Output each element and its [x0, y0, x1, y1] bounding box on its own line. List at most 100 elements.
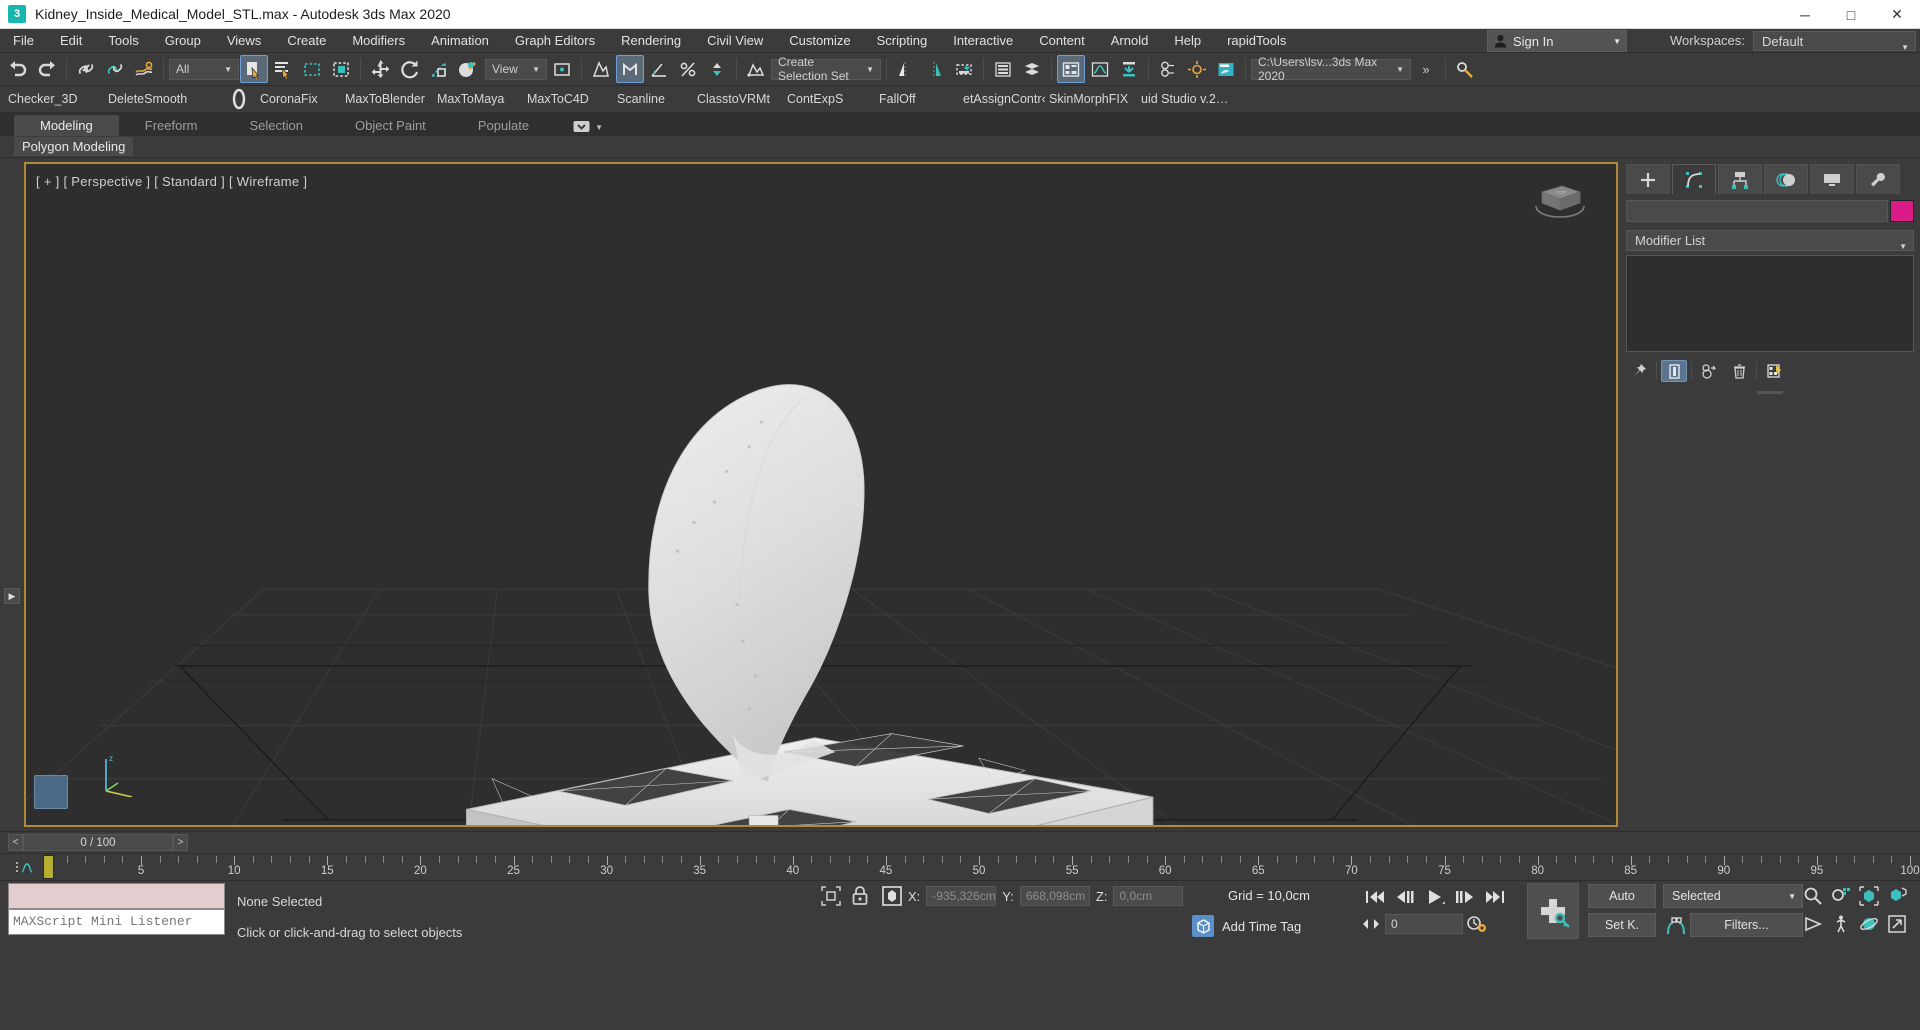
- field-of-view-icon[interactable]: [1800, 911, 1826, 937]
- workspaces-dropdown[interactable]: Default ▼: [1753, 31, 1916, 52]
- select-and-link-icon[interactable]: [72, 55, 100, 83]
- menu-modifiers[interactable]: Modifiers: [339, 29, 418, 53]
- named-selection-set-dropdown[interactable]: Create Selection Set ▼: [771, 55, 881, 83]
- menu-scripting[interactable]: Scripting: [864, 29, 941, 53]
- align-icon[interactable]: [921, 55, 949, 83]
- snaps-toggle-icon[interactable]: [616, 55, 644, 83]
- plugin-uid-studio[interactable]: uid Studio v.2…: [1141, 92, 1241, 106]
- play-animation-icon[interactable]: [1420, 884, 1449, 910]
- key-filters-dropdown[interactable]: Selected ▼: [1663, 884, 1803, 908]
- go-to-end-icon[interactable]: [1480, 884, 1509, 910]
- mini-listener-input[interactable]: MAXScript Mini Listener: [8, 909, 225, 935]
- plugin-contexps[interactable]: ContExpS: [787, 92, 879, 106]
- menu-animation[interactable]: Animation: [418, 29, 502, 53]
- toolbar-overflow-button[interactable]: »: [1412, 55, 1440, 83]
- track-bar[interactable]: 5 10 15 20 25 30 35 40 45 50 55 60 65 70 75 80 85 90 95 100: [0, 853, 1920, 881]
- menu-help[interactable]: Help: [1161, 29, 1214, 53]
- zoom-extents-icon[interactable]: [1856, 883, 1882, 909]
- select-by-name-icon[interactable]: [269, 55, 297, 83]
- select-and-scale-icon[interactable]: [424, 55, 452, 83]
- edit-named-selection-sets-icon[interactable]: [742, 55, 770, 83]
- plugin-ring-icon[interactable]: [218, 88, 260, 110]
- menu-group[interactable]: Group: [152, 29, 214, 53]
- maxscript-mini-listener[interactable]: MAXScript Mini Listener: [0, 881, 225, 945]
- motion-tab[interactable]: [1764, 164, 1808, 194]
- plugin-falloff[interactable]: FallOff: [879, 92, 963, 106]
- maximize-viewport-icon[interactable]: [1884, 911, 1910, 937]
- import-content-icon[interactable]: [1115, 55, 1143, 83]
- chevron-down-icon[interactable]: ▼: [1613, 37, 1621, 46]
- maximize-button[interactable]: □: [1828, 0, 1874, 29]
- select-and-manipulate-icon[interactable]: [587, 55, 615, 83]
- material-editor-icon[interactable]: [1154, 55, 1182, 83]
- plugin-assigncontroller[interactable]: etAssignContr‹: [963, 92, 1049, 106]
- use-pivot-point-center-icon[interactable]: [548, 55, 576, 83]
- frame-number-input[interactable]: 0: [1385, 914, 1463, 934]
- polygon-modeling-panel-label[interactable]: Polygon Modeling: [14, 137, 134, 156]
- key-tangent-icon[interactable]: [1664, 913, 1688, 937]
- select-and-move-icon[interactable]: [366, 55, 394, 83]
- menu-customize[interactable]: Customize: [776, 29, 863, 53]
- plugin-deletesmooth[interactable]: DeleteSmooth: [108, 92, 218, 106]
- window-crossing-toggle-icon[interactable]: [327, 55, 355, 83]
- percent-snap-toggle-icon[interactable]: [674, 55, 702, 83]
- ribbon-minimize-icon[interactable]: [573, 120, 590, 134]
- zoom-extents-all-icon[interactable]: [1884, 883, 1910, 909]
- track-bar-ruler[interactable]: 5 10 15 20 25 30 35 40 45 50 55 60 65 70 75 80 85 90 95 100: [48, 854, 1920, 880]
- selection-lock-region-icon[interactable]: [820, 885, 842, 907]
- time-configuration-icon[interactable]: [1466, 914, 1488, 934]
- select-and-place-icon[interactable]: [453, 55, 481, 83]
- undo-icon[interactable]: [4, 55, 32, 83]
- quick-align-icon[interactable]: [950, 55, 978, 83]
- scene-explorer-icon[interactable]: [1057, 55, 1085, 83]
- auto-key-button[interactable]: Auto: [1588, 884, 1656, 908]
- viewport-label[interactable]: [ + ] [ Perspective ] [ Standard ] [ Wir…: [36, 174, 307, 189]
- viewcube-icon[interactable]: TOP: [1528, 180, 1588, 220]
- curve-editor-toggle-icon[interactable]: [14, 859, 40, 877]
- mini-listener-output[interactable]: [8, 883, 225, 909]
- menu-create[interactable]: Create: [274, 29, 339, 53]
- object-color-swatch[interactable]: [1890, 200, 1914, 222]
- minimize-button[interactable]: ─: [1782, 0, 1828, 29]
- tab-object-paint[interactable]: Object Paint: [329, 115, 452, 136]
- redo-icon[interactable]: [33, 55, 61, 83]
- menu-content[interactable]: Content: [1026, 29, 1098, 53]
- next-frame-button[interactable]: >: [173, 834, 188, 851]
- y-coordinate-field[interactable]: 668,098cm: [1019, 886, 1090, 906]
- layer-manager-icon[interactable]: [1018, 55, 1046, 83]
- rectangular-selection-region-icon[interactable]: [298, 55, 326, 83]
- set-key-mode-button[interactable]: Set K.: [1588, 913, 1656, 937]
- pin-stack-icon[interactable]: [1626, 360, 1652, 382]
- panel-gripper[interactable]: [1757, 391, 1783, 394]
- key-filters-button[interactable]: Filters...: [1690, 913, 1803, 937]
- tab-selection[interactable]: Selection: [224, 115, 329, 136]
- unlink-selection-icon[interactable]: [101, 55, 129, 83]
- tab-populate[interactable]: Populate: [452, 115, 555, 136]
- sign-in-button[interactable]: Sign In ▼: [1487, 30, 1627, 52]
- z-coordinate-field[interactable]: 0,0cm: [1113, 886, 1184, 906]
- viewport-shading-button[interactable]: [34, 775, 68, 809]
- prev-frame-button[interactable]: <: [8, 834, 23, 851]
- mirror-icon[interactable]: [892, 55, 920, 83]
- selection-filter-dropdown[interactable]: All ▼: [169, 58, 239, 80]
- menu-edit[interactable]: Edit: [47, 29, 95, 53]
- plugin-skinmorphfix[interactable]: SkinMorphFIX: [1049, 92, 1141, 106]
- plugin-classtovrmt[interactable]: ClasstoVRMt: [697, 92, 787, 106]
- absolute-relative-transform-icon[interactable]: [882, 886, 902, 906]
- modifier-stack-list[interactable]: [1626, 255, 1914, 352]
- angle-snap-toggle-icon[interactable]: [645, 55, 673, 83]
- lock-selection-icon[interactable]: [850, 885, 870, 907]
- remove-modifier-icon[interactable]: [1726, 360, 1752, 382]
- walkthrough-icon[interactable]: [1828, 911, 1854, 937]
- render-production-icon[interactable]: [1212, 55, 1240, 83]
- zoom-icon[interactable]: [1800, 883, 1826, 909]
- frame-stepper-icon[interactable]: [1360, 916, 1382, 932]
- utilities-tab[interactable]: [1856, 164, 1900, 194]
- menu-rapidtools[interactable]: rapidTools: [1214, 29, 1299, 53]
- menu-arnold[interactable]: Arnold: [1098, 29, 1162, 53]
- current-frame-display[interactable]: 0 / 100: [23, 834, 173, 851]
- layer-explorer-icon[interactable]: [989, 55, 1017, 83]
- timeline-playhead[interactable]: [43, 855, 54, 879]
- plugin-scanline[interactable]: Scanline: [617, 92, 697, 106]
- customize-ui-icon[interactable]: [1451, 55, 1479, 83]
